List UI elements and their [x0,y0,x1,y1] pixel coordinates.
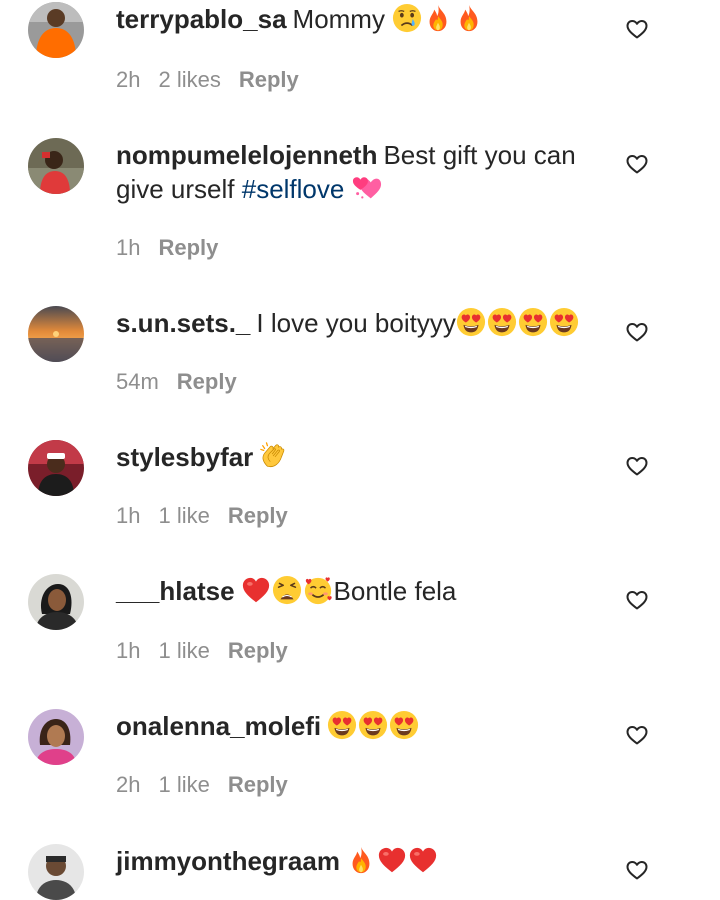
avatar[interactable] [28,440,84,496]
heart-eyes-icon [389,710,419,740]
comment-meta: 2h 1 like Reply [116,771,306,799]
comment-message: I love you boityyy [256,308,456,338]
avatar[interactable] [28,709,84,765]
comment-time: 1h [116,638,141,663]
heart-outline-icon[interactable] [625,723,649,747]
username[interactable]: stylesbyfar [116,442,253,472]
heart-eyes-icon [456,307,486,337]
comment-time: 1h [116,503,141,528]
comment-meta: 1h 1 like Reply [116,637,306,665]
heart-outline-icon[interactable] [625,17,649,41]
avatar[interactable] [28,574,84,630]
comment-meta: 2h 2 likes Reply [116,66,317,94]
heart-outline-icon[interactable] [625,320,649,344]
comment-text: onalenna_molefi [116,709,596,743]
like-count[interactable]: 1 like [158,638,209,663]
comment-message: Bontle fela [333,576,457,606]
username[interactable]: onalenna_molefi [116,711,321,741]
avatar[interactable] [28,306,84,362]
weary-face-icon [272,575,302,605]
comment-time: 2h [116,772,141,797]
reply-button[interactable]: Reply [228,772,288,797]
username[interactable]: terrypablo_sa [116,4,287,34]
heart-outline-icon[interactable] [625,152,649,176]
fire-icon [423,3,453,33]
clapping-hands-icon [259,441,289,471]
smiling-face-with-hearts-icon [303,575,333,605]
heart-outline-icon[interactable] [625,588,649,612]
like-count[interactable]: 2 likes [158,67,220,92]
hashtag-link[interactable]: #selflove [242,174,345,204]
comment-meta: 1h 1 like Reply [116,502,306,530]
comment-meta: 1h Reply [116,234,236,262]
fire-icon [454,3,484,33]
comment-text: ___hlatse Bontle fela [116,574,596,608]
heart-eyes-icon [358,710,388,740]
reply-button[interactable]: Reply [177,369,237,394]
comment-meta: 54m Reply [116,368,255,396]
heart-outline-icon[interactable] [625,858,649,882]
comment-message: Mommy [292,4,385,34]
red-heart-icon [408,845,438,875]
like-count[interactable]: 1 like [158,772,209,797]
comment-time: 1h [116,235,141,260]
heart-outline-icon[interactable] [625,454,649,478]
comment-text: stylesbyfar [116,440,596,474]
avatar[interactable] [28,138,84,194]
comment-text: terrypablo_sa Mommy [116,2,596,36]
comment-text: jimmyonthegraam [116,844,596,878]
red-heart-icon [377,845,407,875]
username[interactable]: nompumelelojenneth [116,140,377,170]
reply-button[interactable]: Reply [228,503,288,528]
comment-time: 2h [116,67,141,92]
crying-face-icon [392,3,422,33]
like-count[interactable]: 1 like [158,503,209,528]
avatar[interactable] [28,2,84,58]
heart-eyes-icon [487,307,517,337]
comment-time: 54m [116,369,159,394]
heart-eyes-icon [327,710,357,740]
red-heart-icon [241,575,271,605]
heart-eyes-icon [549,307,579,337]
heart-eyes-icon [518,307,548,337]
avatar[interactable] [28,844,84,900]
username[interactable]: ___hlatse [116,576,235,606]
username[interactable]: s.un.sets._ [116,308,250,338]
comment-text: s.un.sets._ I love you boityyy [116,306,596,340]
username[interactable]: jimmyonthegraam [116,846,340,876]
reply-button[interactable]: Reply [228,638,288,663]
fire-icon [346,845,376,875]
two-hearts-icon [352,173,382,203]
comment-text: nompumelelojenneth Best gift you can give… [116,138,596,206]
reply-button[interactable]: Reply [239,67,299,92]
reply-button[interactable]: Reply [158,235,218,260]
